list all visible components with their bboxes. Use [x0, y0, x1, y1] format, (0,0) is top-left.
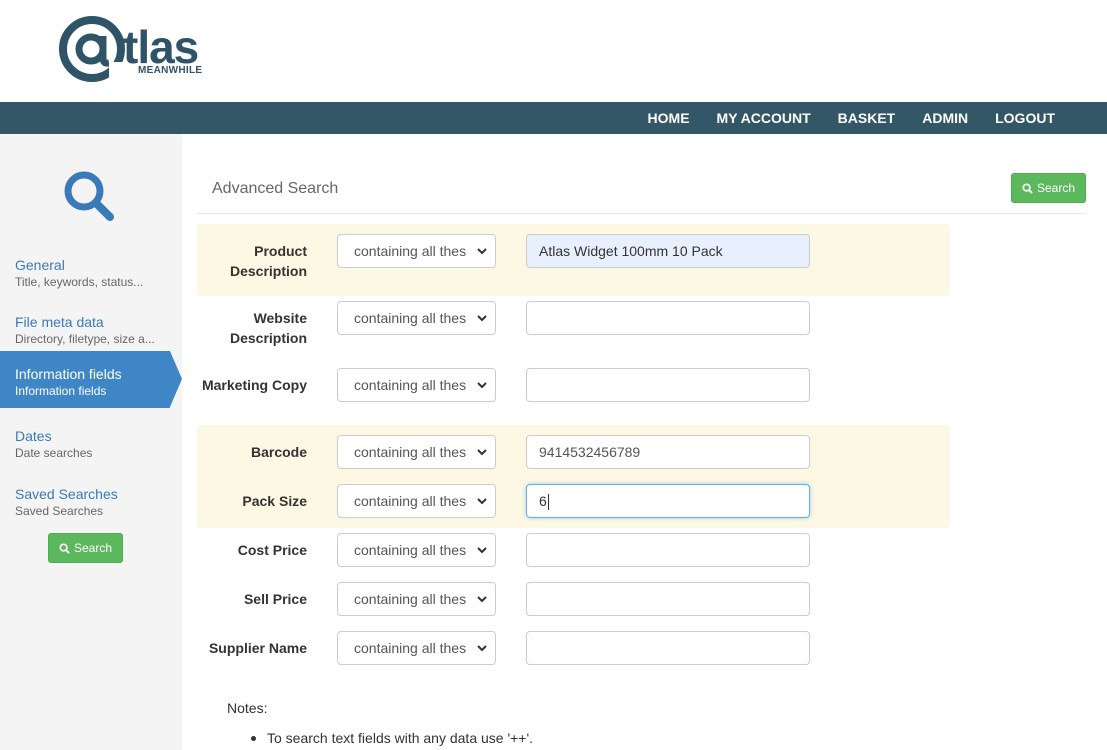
- sidebar: General Title, keywords, status... File …: [0, 134, 182, 750]
- search-button[interactable]: Search: [1011, 173, 1086, 203]
- search-icon: [59, 542, 70, 554]
- marketing-copy-input[interactable]: [526, 368, 810, 402]
- page-title: Advanced Search: [212, 180, 339, 197]
- mode-select-cost-price[interactable]: containing all thes: [337, 533, 496, 567]
- logo-subtext: MEANWHILE: [138, 65, 203, 76]
- field-label-cost-price: Cost Price: [237, 542, 307, 558]
- chevron-down-icon: [477, 247, 487, 254]
- chevron-down-icon: [477, 595, 487, 602]
- chevron-down-icon: [477, 546, 487, 553]
- sidebar-item-subtitle: Date searches: [15, 446, 93, 460]
- nav-home[interactable]: HOME: [648, 110, 690, 126]
- chevron-down-icon: [477, 314, 487, 321]
- field-label-supplier-name: Supplier Name: [208, 640, 307, 656]
- mode-select-supplier-name[interactable]: containing all thes: [337, 631, 496, 665]
- atlas-logo[interactable]: tlas MEANWHILE: [57, 14, 207, 84]
- at-sign-logo-mark: [59, 16, 127, 84]
- select-value: containing all thes: [354, 243, 467, 259]
- nav-admin[interactable]: ADMIN: [922, 110, 968, 126]
- mode-select-pack-size[interactable]: containing all thes: [337, 484, 496, 518]
- sidebar-item-subtitle: Directory, filetype, size a...: [15, 332, 155, 346]
- pack-size-input[interactable]: 6: [526, 484, 810, 518]
- header: tlas MEANWHILE: [0, 0, 1107, 102]
- cost-price-input[interactable]: [526, 533, 810, 567]
- field-label-pack-size: Pack Size: [242, 493, 307, 509]
- sidebar-item-dates[interactable]: Dates Date searches: [0, 413, 170, 470]
- select-value: containing all thes: [354, 493, 467, 509]
- search-icon: [1022, 182, 1033, 194]
- field-label-product-description: Product Description: [229, 243, 307, 279]
- supplier-name-input[interactable]: [526, 631, 810, 665]
- nav-logout[interactable]: LOGOUT: [995, 110, 1055, 126]
- sidebar-search-label: Search: [73, 541, 113, 555]
- field-label-marketing-copy: Marketing Copy: [201, 377, 307, 393]
- sidebar-item-title: General: [15, 257, 65, 273]
- chevron-down-icon: [477, 381, 487, 388]
- barcode-input[interactable]: 9414532456789: [526, 435, 810, 469]
- search-icon: [64, 171, 114, 221]
- logo-text: tlas: [123, 21, 199, 73]
- mode-select-product-description[interactable]: containing all thes: [337, 234, 496, 268]
- text-caret: [547, 494, 549, 511]
- select-value: containing all thes: [354, 444, 467, 460]
- sidebar-item-saved-searches[interactable]: Saved Searches Saved Searches: [0, 471, 170, 528]
- chevron-down-icon: [477, 497, 487, 504]
- field-label-website-description: Website Description: [229, 310, 307, 346]
- notes-item: To search text fields with any data use …: [267, 730, 534, 746]
- mode-select-marketing-copy[interactable]: containing all thes: [337, 368, 496, 402]
- divider: [197, 213, 1086, 214]
- sidebar-item-title: File meta data: [15, 314, 104, 330]
- website-description-input[interactable]: [526, 301, 810, 335]
- notes-label: Notes:: [227, 700, 268, 716]
- nav-basket[interactable]: BASKET: [838, 110, 896, 126]
- sidebar-item-subtitle: Information fields: [15, 384, 107, 398]
- sidebar-item-title: Dates: [15, 428, 52, 444]
- sidebar-item-subtitle: Title, keywords, status...: [15, 275, 144, 289]
- mode-select-website-description[interactable]: containing all thes: [337, 301, 496, 335]
- sidebar-item-title: Saved Searches: [15, 486, 118, 502]
- select-value: containing all thes: [354, 640, 467, 656]
- search-button-label: Search: [1036, 181, 1076, 195]
- field-label-sell-price: Sell Price: [243, 591, 307, 607]
- sell-price-input[interactable]: [526, 582, 810, 616]
- mode-select-barcode[interactable]: containing all thes: [337, 435, 496, 469]
- sidebar-search-button[interactable]: Search: [48, 533, 123, 563]
- chevron-down-icon: [477, 644, 487, 651]
- top-navbar: HOME MY ACCOUNT BASKET ADMIN LOGOUT: [0, 102, 1107, 134]
- select-value: containing all thes: [354, 377, 467, 393]
- sidebar-item-file-meta-data[interactable]: File meta data Directory, filetype, size…: [0, 299, 170, 356]
- select-value: containing all thes: [354, 542, 467, 558]
- product-description-input[interactable]: Atlas Widget 100mm 10 Pack: [526, 234, 810, 268]
- pack-size-value: 6: [539, 493, 547, 509]
- nav-my-account[interactable]: MY ACCOUNT: [717, 110, 811, 126]
- sidebar-item-information-fields[interactable]: Information fields Information fields: [0, 351, 182, 408]
- field-label-barcode: Barcode: [250, 444, 307, 460]
- mode-select-sell-price[interactable]: containing all thes: [337, 582, 496, 616]
- sidebar-item-title: Information fields: [15, 366, 122, 382]
- chevron-down-icon: [477, 448, 487, 455]
- bullet: [251, 736, 256, 741]
- sidebar-item-general[interactable]: General Title, keywords, status...: [0, 242, 170, 299]
- select-value: containing all thes: [354, 310, 467, 326]
- sidebar-item-subtitle: Saved Searches: [15, 504, 104, 518]
- select-value: containing all thes: [354, 591, 467, 607]
